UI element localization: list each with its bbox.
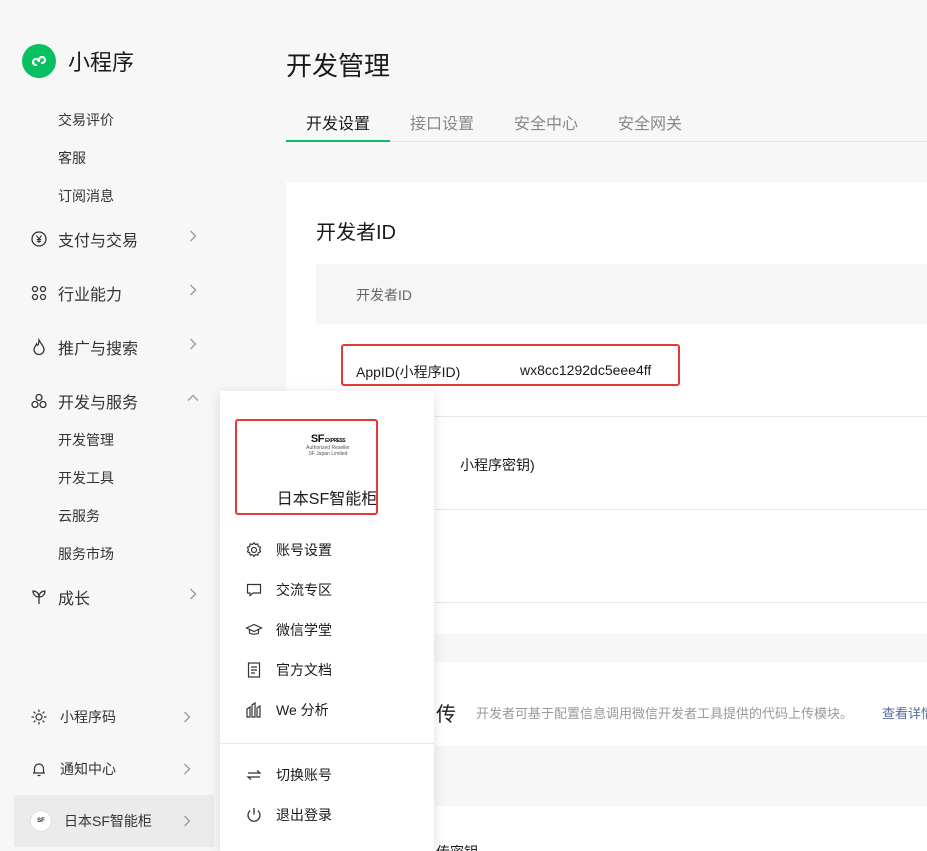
sidebar-item-notifications[interactable]: 通知中心 <box>14 743 214 795</box>
sidebar-item-growth[interactable]: 成长 <box>30 585 200 609</box>
nodes-icon <box>30 284 48 302</box>
sidebar-item-label: 通知中心 <box>60 761 116 777</box>
sidebar-item-label: 推广与搜索 <box>58 341 139 358</box>
menu-item-label: 交流专区 <box>276 582 332 598</box>
menu-item-label: 官方文档 <box>276 662 332 678</box>
table-header-label: 开发者ID <box>356 287 412 303</box>
sidebar-item-subscribe-message[interactable]: 订阅消息 <box>58 186 114 206</box>
analytics-icon <box>244 700 264 720</box>
yen-circle-icon <box>30 230 48 248</box>
sidebar-item-industry[interactable]: 行业能力 <box>30 281 200 305</box>
tab-api-settings[interactable]: 接口设置 <box>410 110 474 134</box>
chevron-right-icon <box>180 708 194 726</box>
menu-item-docs[interactable]: 官方文档 <box>244 659 424 681</box>
sidebar-item-cloud-service[interactable]: 云服务 <box>58 506 100 526</box>
chat-bubble-icon <box>244 580 264 600</box>
sidebar-item-dev-management[interactable]: 开发管理 <box>58 430 114 450</box>
sidebar-item-label: 成长 <box>58 591 91 608</box>
sidebar: 小程序 交易评价 客服 订阅消息 支付与交易 行业能力 推广与搜索 开发与服务 … <box>0 0 230 851</box>
appid-highlight-box <box>341 344 680 386</box>
sidebar-item-label: 开发与服务 <box>58 395 139 412</box>
menu-item-community[interactable]: 交流专区 <box>244 579 424 601</box>
sidebar-item-customer-service[interactable]: 客服 <box>58 148 86 168</box>
chevron-right-icon <box>180 812 194 830</box>
plant-icon <box>30 588 48 606</box>
menu-item-label: We 分析 <box>276 702 329 718</box>
flame-icon <box>30 338 48 356</box>
table-header <box>434 746 927 806</box>
tab-security-center[interactable]: 安全中心 <box>514 110 578 134</box>
switch-icon <box>244 765 264 785</box>
tab-security-gateway[interactable]: 安全网关 <box>618 110 682 134</box>
account-highlight-box <box>235 419 378 515</box>
sidebar-item-trade-review[interactable]: 交易评价 <box>58 110 114 130</box>
sidebar-item-label: 日本SF智能柜 <box>64 813 152 829</box>
page-title: 开发管理 <box>286 51 391 81</box>
chevron-right-icon <box>186 585 200 603</box>
menu-item-switch-account[interactable]: 切换账号 <box>244 764 424 786</box>
chevron-right-icon <box>186 281 200 299</box>
sun-icon <box>30 708 48 726</box>
gear-icon <box>244 540 264 560</box>
tab-bar: 开发设置 接口设置 安全中心 安全网关 <box>286 100 927 142</box>
sidebar-item-label: 小程序码 <box>60 709 116 725</box>
sidebar-item-promotion[interactable]: 推广与搜索 <box>30 335 200 359</box>
sidebar-item-payment[interactable]: 支付与交易 <box>30 227 200 251</box>
menu-item-analytics[interactable]: We 分析 <box>244 699 424 721</box>
tab-dev-settings[interactable]: 开发设置 <box>306 110 370 134</box>
sidebar-item-dev-service[interactable]: 开发与服务 <box>30 389 200 413</box>
menu-item-label: 退出登录 <box>276 807 332 823</box>
app-title: 小程序 <box>68 50 135 75</box>
sidebar-item-qrcode[interactable]: 小程序码 <box>14 691 214 743</box>
card-description: 开发者可基于配置信息调用微信开发者工具提供的代码上传模块。 <box>476 706 854 721</box>
menu-item-account-settings[interactable]: 账号设置 <box>244 539 424 561</box>
card-title: 开发者ID <box>316 222 396 244</box>
mini-program-logo-icon <box>22 44 56 78</box>
active-tab-indicator <box>286 140 390 142</box>
view-details-link[interactable]: 查看详情 <box>882 703 927 722</box>
sidebar-item-dev-tools[interactable]: 开发工具 <box>58 468 114 488</box>
chevron-right-icon <box>186 335 200 353</box>
sidebar-item-service-market[interactable]: 服务市场 <box>58 544 114 564</box>
upload-key-label: 传密钥 <box>436 842 478 851</box>
sidebar-item-label: 支付与交易 <box>58 233 139 250</box>
appsecret-label: 小程序密钥) <box>460 457 535 473</box>
card-title: 传 <box>436 704 456 726</box>
menu-item-logout[interactable]: 退出登录 <box>244 804 424 826</box>
avatar: SF <box>30 810 52 832</box>
chevron-right-icon <box>186 227 200 245</box>
sidebar-item-label: 行业能力 <box>58 287 123 304</box>
document-icon <box>244 660 264 680</box>
divider <box>220 743 434 744</box>
graduation-cap-icon <box>244 620 264 640</box>
app-logo[interactable]: 小程序 <box>22 44 134 78</box>
bell-icon <box>30 760 48 778</box>
menu-item-label: 微信学堂 <box>276 622 332 638</box>
cluster-icon <box>30 392 48 410</box>
table-header: 开发者ID <box>316 264 927 324</box>
menu-item-label: 账号设置 <box>276 542 332 558</box>
power-icon <box>244 805 264 825</box>
sidebar-item-account[interactable]: SF 日本SF智能柜 <box>14 795 214 847</box>
chevron-right-icon <box>180 760 194 778</box>
chevron-up-icon <box>186 389 200 407</box>
menu-item-label: 切换账号 <box>276 767 332 783</box>
menu-item-wechat-academy[interactable]: 微信学堂 <box>244 619 424 641</box>
